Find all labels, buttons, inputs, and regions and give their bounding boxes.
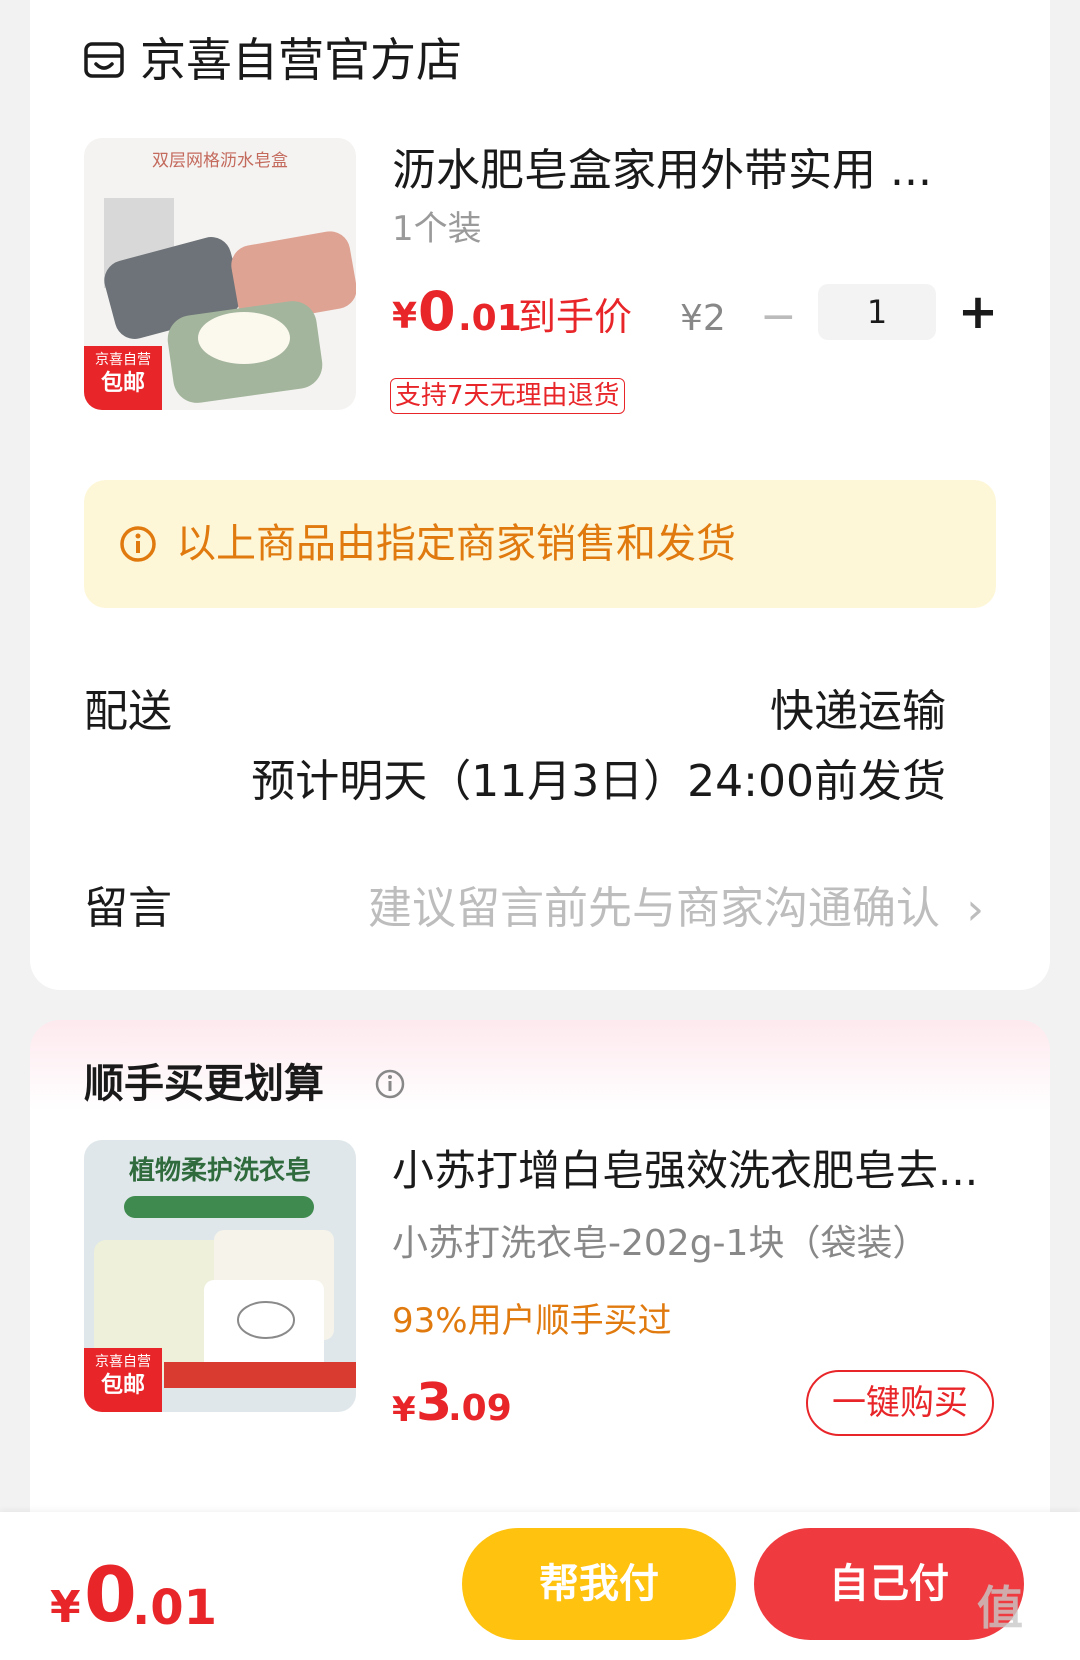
final-price-label: 到手价 <box>518 295 633 339</box>
shipping-eta: 预计明天（11月3日）24:00前发货 <box>251 756 946 807</box>
recommend-product-spec: 小苏打洗衣皂-202g-1块（袋装） <box>392 1223 929 1264</box>
return-policy-tag: 支持7天无理由退货 <box>390 378 625 414</box>
quantity-increase-button[interactable]: + <box>956 288 1000 336</box>
price-decimal: .01 <box>458 298 522 339</box>
quantity-decrease-button[interactable]: − <box>760 295 797 339</box>
self-operated-badge: 京喜自营 包邮 <box>84 1348 162 1412</box>
shipping-method[interactable]: 快递运输 <box>770 682 946 742</box>
recommend-price-decimal: .09 <box>448 1388 512 1429</box>
recommend-price-integer: 3 <box>416 1373 453 1433</box>
notice-text: 以上商品由指定商家销售和发货 <box>176 521 736 567</box>
total-price-decimal: .01 <box>132 1580 218 1636</box>
chevron-right-icon[interactable]: › <box>966 880 984 940</box>
original-price: ¥2 <box>680 298 726 339</box>
watermark-logo: 值 <box>977 1581 1023 1635</box>
quantity-field[interactable]: 1 <box>818 284 936 340</box>
recommend-product-hint: 93%用户顺手买过 <box>392 1301 672 1341</box>
product-spec: 1个装 <box>392 209 482 249</box>
price-symbol: ¥ <box>392 296 418 337</box>
help-me-pay-button[interactable]: 帮我付 <box>462 1528 736 1640</box>
recommend-product-title[interactable]: 小苏打增白皂强效洗衣肥皂去... <box>392 1140 992 1202</box>
self-operated-badge: 京喜自营 包邮 <box>84 346 162 410</box>
message-input[interactable]: 建议留言前先与商家沟通确认 <box>368 878 940 940</box>
product-title[interactable]: 沥水肥皂盒家用外带实用 ... <box>392 140 992 202</box>
info-circle-icon[interactable] <box>374 1068 406 1100</box>
total-price-integer: 0 <box>84 1550 137 1639</box>
message-label: 留言 <box>84 883 172 934</box>
seller-notice: 以上商品由指定商家销售和发货 <box>84 480 996 608</box>
product-image[interactable]: 双层网格沥水皂盒 京喜自营 包邮 <box>84 138 356 410</box>
one-click-buy-button[interactable]: 一键购买 <box>806 1370 994 1436</box>
recommend-title: 顺手买更划算 <box>84 1061 324 1107</box>
recommend-product-image[interactable]: 植物柔护洗衣皂 京喜自营 包邮 <box>84 1140 356 1412</box>
shop-icon <box>84 42 124 78</box>
badge-bottom-text: 包邮 <box>100 371 145 396</box>
shop-name[interactable]: 京喜自营官方店 <box>140 28 462 92</box>
recommend-price-symbol: ¥ <box>392 1390 416 1430</box>
total-price-symbol: ¥ <box>50 1582 81 1633</box>
price-integer: 0 <box>418 280 456 343</box>
badge-top-text: 京喜自营 <box>95 1354 151 1370</box>
info-circle-icon <box>120 526 156 562</box>
badge-top-text: 京喜自营 <box>95 352 151 368</box>
shipping-label: 配送 <box>84 686 172 737</box>
badge-bottom-text: 包邮 <box>100 1373 145 1398</box>
